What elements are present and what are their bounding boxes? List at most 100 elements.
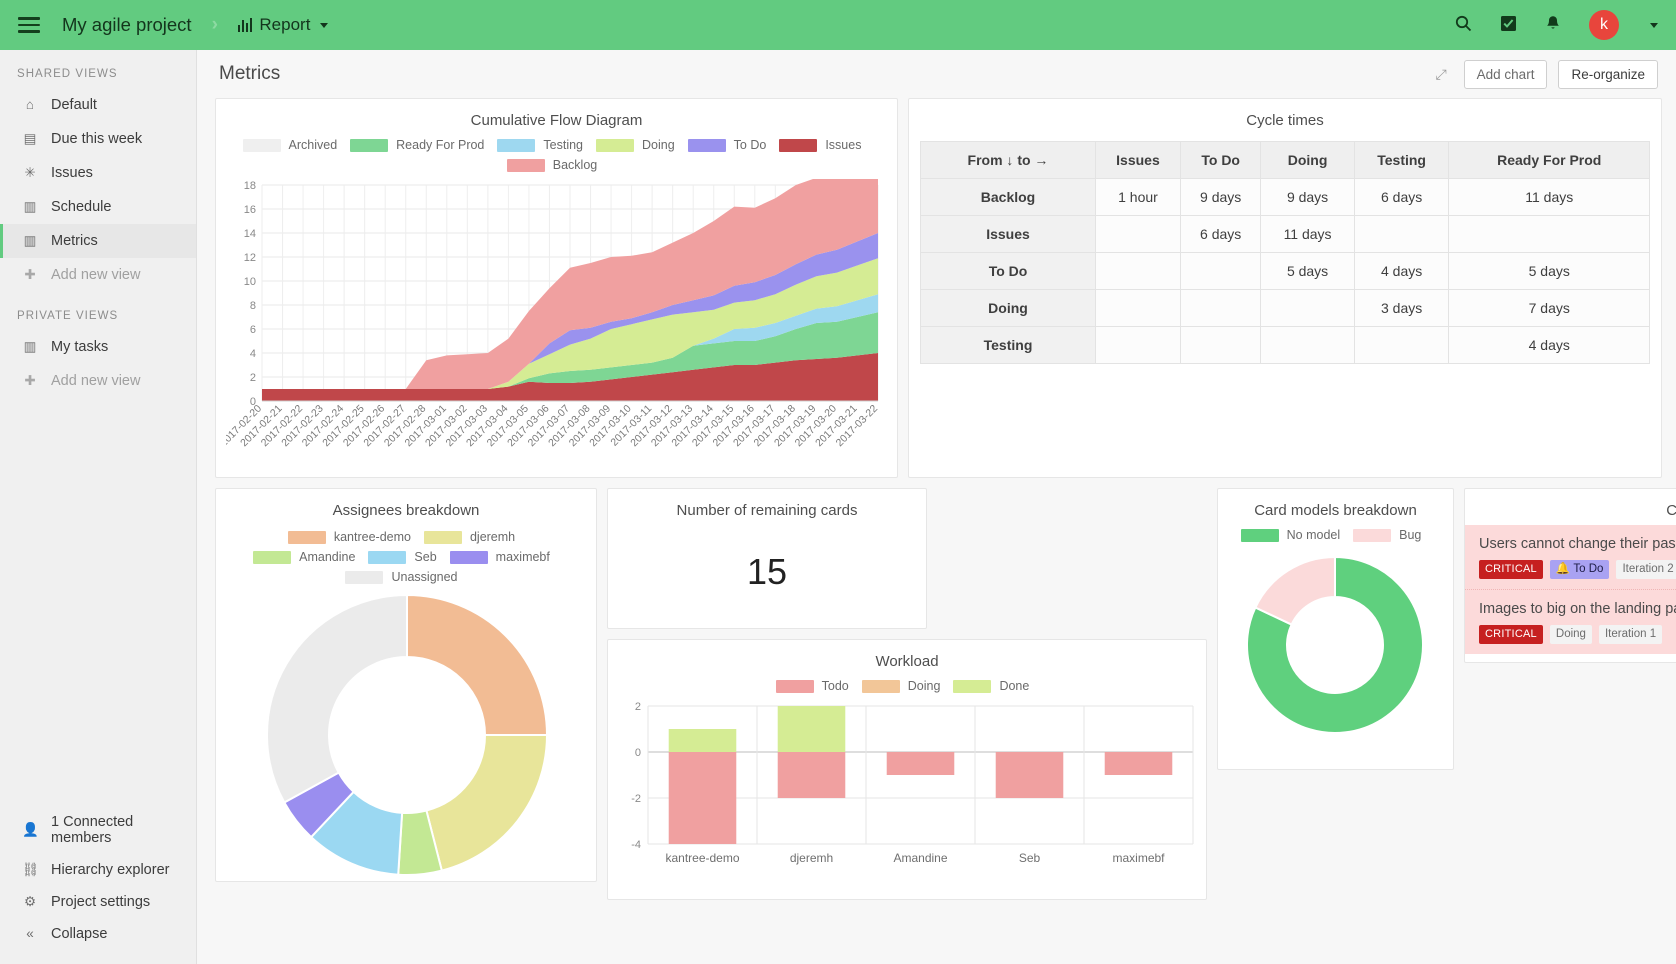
report-dropdown[interactable]: Report xyxy=(237,15,329,35)
checkbox-icon[interactable] xyxy=(1500,15,1517,35)
chart-title: Number of remaining cards xyxy=(676,502,858,519)
table-cell: 9 days xyxy=(1179,178,1262,216)
legend-item[interactable]: kantree-demo xyxy=(287,530,411,544)
sidebar-item-schedule[interactable]: ▥ Schedule xyxy=(0,190,196,224)
legend-item[interactable]: maximebf xyxy=(449,550,550,564)
legend-label: Ready For Prod xyxy=(396,138,485,152)
sidebar-item-label: Hierarchy explorer xyxy=(51,862,170,878)
legend-item[interactable]: Amandine xyxy=(253,550,355,564)
table-row: Doing 3 days 7 days xyxy=(920,289,1650,327)
legend-item[interactable]: Archived xyxy=(242,138,337,152)
legend-item[interactable]: Issues xyxy=(779,138,861,152)
bar-chart-icon: ▥ xyxy=(23,233,37,249)
svg-text:-4: -4 xyxy=(631,839,641,851)
table-cell xyxy=(1095,326,1181,364)
gear-icon: ⚙ xyxy=(23,894,37,910)
project-settings-button[interactable]: ⚙ Project settings xyxy=(0,886,196,918)
sidebar-item-default[interactable]: ⌂ Default xyxy=(0,88,196,122)
legend-label: Issues xyxy=(825,138,862,152)
avatar[interactable]: k xyxy=(1589,10,1619,40)
legend-swatch xyxy=(497,138,536,152)
legend-item[interactable]: Seb xyxy=(368,550,437,564)
legend-item[interactable]: Unassigned xyxy=(345,570,458,584)
bug-list-item[interactable]: Images to big on the landing page ⊙ Mar … xyxy=(1465,589,1676,655)
bell-icon[interactable] xyxy=(1545,15,1561,35)
private-views-header: PRIVATE VIEWS xyxy=(17,310,119,322)
bug-list-item[interactable]: Users cannot change their password ⊙ Mar… xyxy=(1465,525,1676,590)
sidebar-item-label: Metrics xyxy=(51,233,98,249)
dashboard-row-2: Assignees breakdown kantree-demo djeremh… xyxy=(215,488,1676,900)
legend-item[interactable]: Doing xyxy=(596,138,675,152)
svg-text:12: 12 xyxy=(244,252,256,264)
workload-chart: 2 0 -2 -4 kantree-demo djeremh Amandine Seb maxi… xyxy=(631,701,1194,865)
row-header: Backlog xyxy=(920,178,1096,216)
table-cell xyxy=(1260,289,1355,327)
legend-swatch xyxy=(350,138,389,152)
report-label: Report xyxy=(259,15,311,34)
sidebar-item-issues[interactable]: ✳ Issues xyxy=(0,156,196,190)
legend-item[interactable]: Ready For Prod xyxy=(350,138,484,152)
chart-title: Card models breakdown xyxy=(1254,502,1417,519)
column-header: Doing xyxy=(1260,141,1355,179)
table-cell: 4 days xyxy=(1448,326,1650,364)
svg-text:2: 2 xyxy=(635,701,641,713)
add-new-view-shared-button[interactable]: ✚ Add new view xyxy=(0,258,196,292)
legend-label: Bug xyxy=(1399,528,1422,542)
project-title[interactable]: My agile project xyxy=(62,14,192,36)
sidebar-item-my-tasks[interactable]: ▥ My tasks xyxy=(0,330,196,364)
legend-label: Amandine xyxy=(299,550,356,564)
home-icon: ⌂ xyxy=(25,97,35,113)
user-menu-chevron-down-icon[interactable] xyxy=(1650,22,1658,28)
sidebar-item-metrics[interactable]: ▥ Metrics xyxy=(0,224,196,258)
legend-item[interactable]: Todo xyxy=(775,679,849,693)
legend-item[interactable]: To Do xyxy=(687,138,766,152)
legend-swatch xyxy=(687,138,726,152)
top-bar: My agile project › Report k xyxy=(0,0,1676,50)
svg-text:10: 10 xyxy=(244,276,256,288)
legend-swatch xyxy=(506,158,545,172)
status-badge[interactable]: Doing xyxy=(1549,624,1592,645)
expand-arrows-icon[interactable]: ⤢ xyxy=(1429,66,1452,83)
legend-item[interactable]: Doing xyxy=(861,679,940,693)
add-new-view-private-button[interactable]: ✚ Add new view xyxy=(0,364,196,398)
svg-text:Seb: Seb xyxy=(1019,851,1041,865)
bug-title[interactable]: Users cannot change their password xyxy=(1479,536,1676,552)
legend-label: Todo xyxy=(821,679,849,693)
chart-title: Critical bugs xyxy=(1666,502,1676,519)
table-row: To Do 5 days 4 days 5 days xyxy=(920,252,1650,290)
cumulative-flow-diagram-card: Cumulative Flow Diagram Archived Ready F… xyxy=(215,98,898,478)
legend-swatch xyxy=(1353,528,1392,542)
connected-members-button[interactable]: 👤 1 Connected members xyxy=(0,806,196,854)
legend-item[interactable]: Testing xyxy=(497,138,583,152)
chart-title: Cycle times xyxy=(1246,112,1324,129)
collapse-button[interactable]: « Collapse xyxy=(0,918,196,950)
row-header: Testing xyxy=(920,326,1096,364)
card-models-donut-chart xyxy=(1246,555,1424,734)
table-row: Testing 4 days xyxy=(920,326,1650,364)
sitemap-icon: ⛓ xyxy=(22,862,40,878)
legend-item[interactable]: No model xyxy=(1240,528,1340,542)
bug-title[interactable]: Images to big on the landing page xyxy=(1479,601,1676,617)
legend-swatch xyxy=(287,530,326,544)
reorganize-button[interactable]: Re-organize xyxy=(1558,59,1658,89)
search-icon[interactable] xyxy=(1455,15,1472,35)
row-header: Issues xyxy=(920,215,1096,253)
status-badge[interactable]: 🔔 To Do xyxy=(1549,559,1610,580)
table-cell: 4 days xyxy=(1353,252,1450,290)
cycle-times-table: From ↓ to → Issues To Do Doing Testing R… xyxy=(920,141,1650,364)
table-cell: 11 days xyxy=(1260,215,1355,253)
chart-title: Assignees breakdown xyxy=(332,502,480,519)
legend-item[interactable]: Bug xyxy=(1353,528,1421,542)
legend-item[interactable]: djeremh xyxy=(423,530,515,544)
bug-content: Users cannot change their password ⊙ Mar… xyxy=(1479,534,1676,580)
hierarchy-explorer-button[interactable]: ⛓ Hierarchy explorer xyxy=(0,854,196,886)
sidebar-item-due-this-week[interactable]: ▤ Due this week xyxy=(0,122,196,156)
legend-item[interactable]: Done xyxy=(953,679,1029,693)
add-chart-button[interactable]: Add chart xyxy=(1463,59,1548,89)
shared-views-header: SHARED VIEWS xyxy=(17,68,118,80)
table-cell: 7 days xyxy=(1448,289,1650,327)
legend-item[interactable]: Backlog xyxy=(506,158,597,172)
hamburger-icon[interactable] xyxy=(18,13,40,37)
table-cell xyxy=(1448,215,1650,253)
legend-swatch xyxy=(253,550,292,564)
